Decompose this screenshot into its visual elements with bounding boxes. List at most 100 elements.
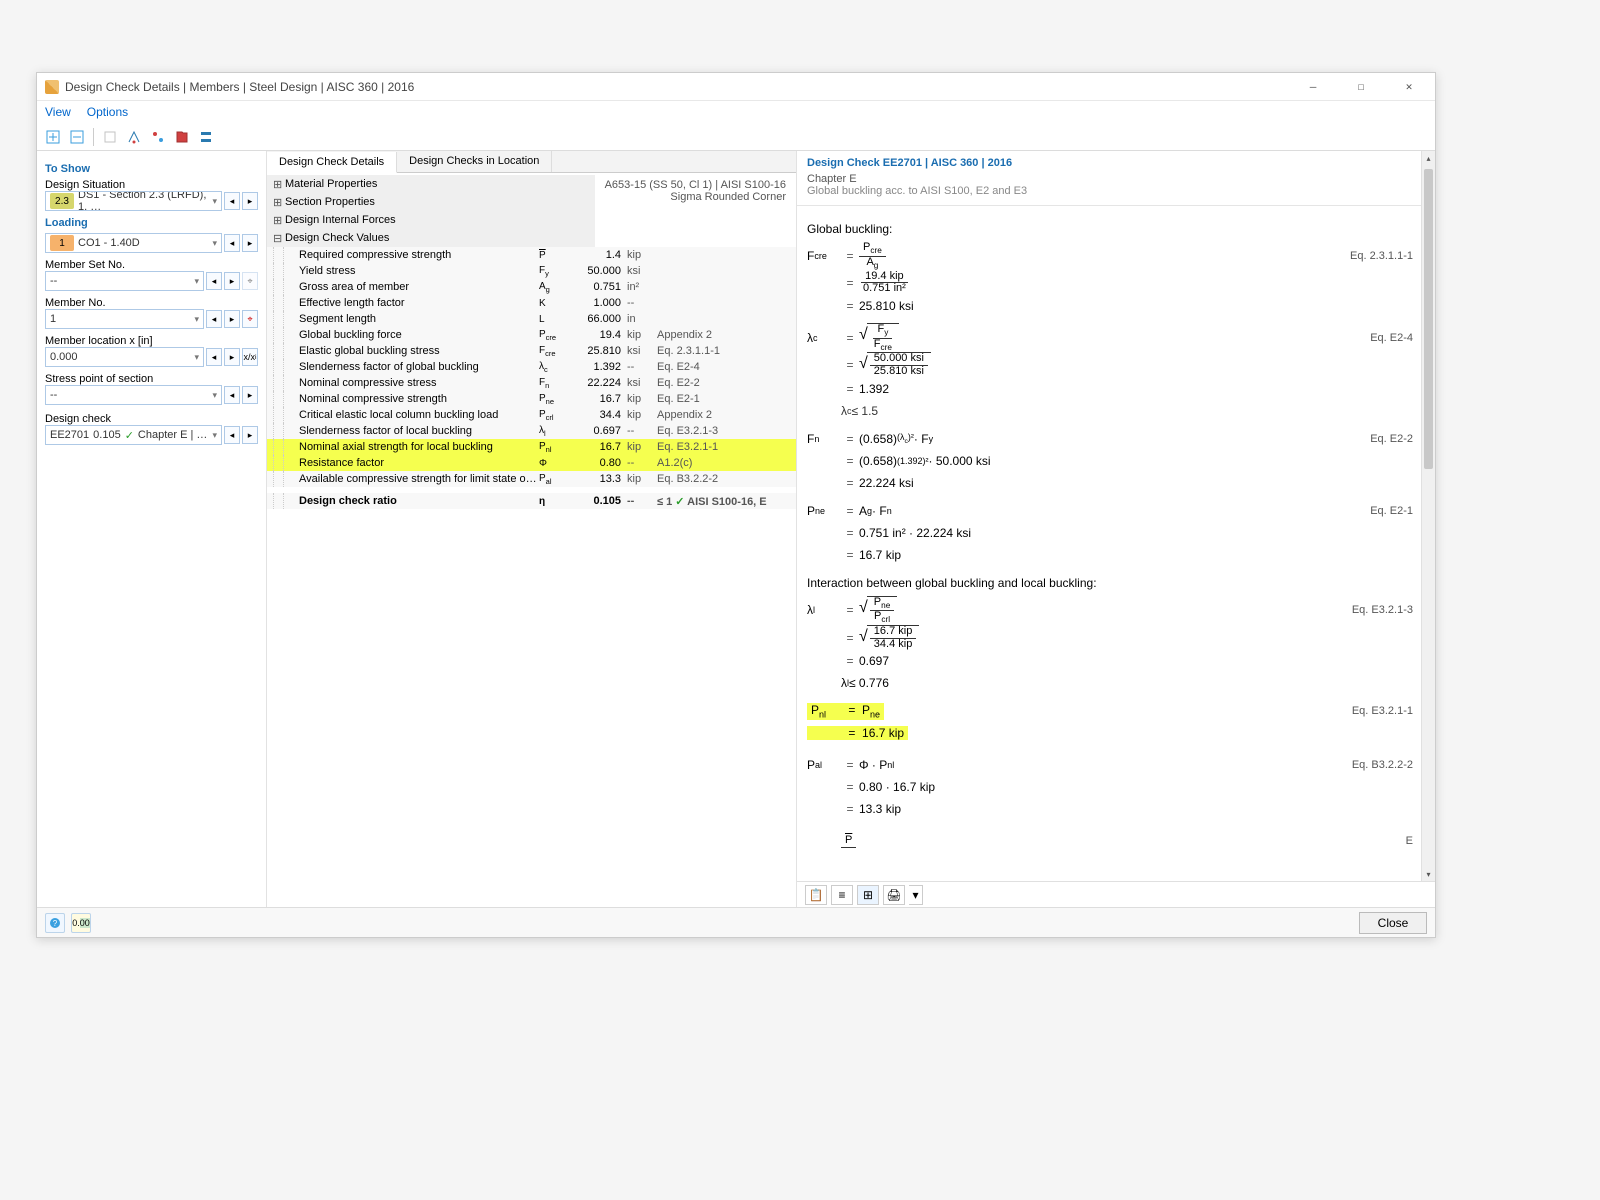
design-value-row[interactable]: Effective length factorK1.000-- — [267, 295, 796, 311]
design-value-row[interactable]: Available compressive strength for limit… — [267, 471, 796, 487]
combo-stress-point[interactable]: -- ▾ — [45, 385, 222, 405]
dv-label: Critical elastic local column buckling l… — [299, 409, 539, 421]
next-design-situation-button[interactable]: ▸ — [242, 192, 258, 210]
combo-member[interactable]: 1 ▾ — [45, 309, 204, 329]
material-info: A653-15 (SS 50, Cl 1) | AISI S100-16 Sig… — [595, 175, 796, 247]
combo-member-set[interactable]: -- ▾ — [45, 271, 204, 291]
design-value-row[interactable]: Segment lengthL66.000in — [267, 311, 796, 327]
heading-loading: Loading — [45, 217, 258, 229]
label-design-check: Design check — [45, 413, 258, 425]
calc-tool-print[interactable]: 🖨 — [883, 885, 905, 905]
calc-scroll[interactable]: Global buckling: Fcre = PcreAg Eq. 2.3.1… — [797, 206, 1435, 881]
design-value-row[interactable]: Gross area of memberAg0.751in² — [267, 279, 796, 295]
combo-loading[interactable]: 1 CO1 - 1.40D ▾ — [45, 233, 222, 253]
group-section[interactable]: Section Properties — [267, 193, 595, 211]
group-material[interactable]: Material Properties — [267, 175, 595, 193]
dv-value: 1.000 — [575, 297, 625, 309]
dv-symbol: P — [539, 250, 575, 261]
prev-design-check-button[interactable]: ◂ — [224, 426, 240, 444]
tool-icon-collapse[interactable] — [67, 127, 87, 147]
dv-reference: Eq. E2-4 — [657, 361, 767, 373]
calc-tool-list[interactable]: ≡ — [831, 885, 853, 905]
design-value-row[interactable]: Slenderness factor of global bucklingλc1… — [267, 359, 796, 375]
next-location-button[interactable]: ▸ — [224, 348, 240, 366]
design-value-row[interactable]: Required compressive strengthP1.4kip — [267, 247, 796, 263]
design-value-row[interactable]: Elastic global buckling stressFcre25.810… — [267, 343, 796, 359]
scroll-thumb[interactable] — [1424, 169, 1433, 469]
dv-symbol: Φ — [539, 458, 575, 469]
calc-tool-copy[interactable]: 📋 — [805, 885, 827, 905]
design-value-row[interactable]: Resistance factorΦ0.80--A1.2(c) — [267, 455, 796, 471]
dv-symbol: Pne — [539, 393, 575, 406]
dv-label: Nominal axial strength for local bucklin… — [299, 441, 539, 453]
tool-icon-stress-points[interactable] — [148, 127, 168, 147]
design-value-row[interactable]: Nominal compressive strengthPne16.7kipEq… — [267, 391, 796, 407]
design-value-row[interactable]: Nominal compressive stressFn22.224ksiEq.… — [267, 375, 796, 391]
close-button[interactable]: ✕ — [1391, 77, 1427, 97]
next-member-button[interactable]: ▸ — [224, 310, 240, 328]
next-loading-button[interactable]: ▸ — [242, 234, 258, 252]
dv-symbol: Pal — [539, 473, 575, 486]
close-dialog-button[interactable]: Close — [1359, 912, 1427, 934]
tool-icon-expand[interactable] — [43, 127, 63, 147]
dv-label: Required compressive strength — [299, 249, 539, 261]
select-member-button[interactable]: ⌖ — [242, 310, 258, 328]
tool-icon-header-footer[interactable] — [196, 127, 216, 147]
dv-label: Nominal compressive stress — [299, 377, 539, 389]
group-forces[interactable]: Design Internal Forces — [267, 211, 595, 229]
menu-view[interactable]: View — [45, 105, 71, 119]
tool-icon-section[interactable] — [100, 127, 120, 147]
footer-help-icon[interactable]: ? — [45, 913, 65, 933]
maximize-button[interactable]: ☐ — [1343, 77, 1379, 97]
prev-stress-point-button[interactable]: ◂ — [224, 386, 240, 404]
dv-value: 16.7 — [575, 441, 625, 453]
combo-member-set-text: -- — [50, 275, 57, 287]
dv-value: 25.810 — [575, 345, 625, 357]
chevron-down-icon: ▾ — [212, 390, 217, 401]
prev-loading-button[interactable]: ◂ — [224, 234, 240, 252]
design-value-row[interactable]: Critical elastic local column buckling l… — [267, 407, 796, 423]
next-stress-point-button[interactable]: ▸ — [242, 386, 258, 404]
calc-tool-print-dropdown[interactable]: ▾ — [909, 885, 923, 905]
next-member-set-button[interactable]: ▸ — [224, 272, 240, 290]
design-value-row[interactable]: Yield stressFy50.000ksi — [267, 263, 796, 279]
tab-location[interactable]: Design Checks in Location — [397, 151, 552, 172]
dv-reference: Eq. B3.2.2-2 — [657, 473, 767, 485]
design-values-group: Required compressive strengthP1.4kipYiel… — [267, 247, 796, 487]
scroll-down-icon[interactable]: ▾ — [1422, 867, 1435, 881]
content-area: To Show Design Situation 2.3 DS1 - Secti… — [37, 151, 1435, 907]
tool-icon-book[interactable] — [172, 127, 192, 147]
scroll-up-icon[interactable]: ▴ — [1422, 151, 1435, 165]
chevron-down-icon: ▾ — [212, 238, 217, 249]
sym-pal: Pal — [807, 758, 841, 772]
prev-location-button[interactable]: ◂ — [206, 348, 222, 366]
dv-symbol: λc — [539, 361, 575, 374]
dv-value: 19.4 — [575, 329, 625, 341]
minimize-button[interactable]: — — [1295, 77, 1331, 97]
dv-unit: ksi — [625, 377, 657, 389]
design-ratio[interactable]: Design check ratioη0.105--≤ 1 ✓ AISI S10… — [267, 493, 796, 509]
design-value-row[interactable]: Nominal axial strength for local bucklin… — [267, 439, 796, 455]
combo-member-location[interactable]: 0.000 ▾ — [45, 347, 204, 367]
combo-design-check[interactable]: EE2701 0.105 ✓ Chapter E | Gl… ▾ — [45, 425, 222, 445]
details-body: Material Properties Section Properties D… — [267, 173, 796, 907]
prev-member-set-button[interactable]: ◂ — [206, 272, 222, 290]
design-value-row[interactable]: Global buckling forcePcre19.4kipAppendix… — [267, 327, 796, 343]
combo-design-situation[interactable]: 2.3 DS1 - Section 2.3 (LRFD), 1. … ▾ — [45, 191, 222, 211]
prev-member-button[interactable]: ◂ — [206, 310, 222, 328]
calc-title-interaction: Interaction between global buckling and … — [807, 576, 1425, 590]
menu-options[interactable]: Options — [87, 105, 128, 119]
tab-details[interactable]: Design Check Details — [267, 152, 397, 173]
label-member-set-no: Member Set No. — [45, 259, 258, 271]
design-value-row[interactable]: Slenderness factor of local bucklingλl0.… — [267, 423, 796, 439]
calc-tool-grid[interactable]: ⊞ — [857, 885, 879, 905]
select-member-set-button[interactable]: ⌖ — [242, 272, 258, 290]
footer-units-icon[interactable]: 0.00 — [71, 913, 91, 933]
prev-design-situation-button[interactable]: ◂ — [224, 192, 240, 210]
group-values[interactable]: Design Check Values — [267, 229, 595, 247]
scrollbar[interactable]: ▴ ▾ — [1421, 151, 1435, 881]
location-xi-button[interactable]: x/xi — [242, 348, 258, 366]
tool-icon-stress[interactable] — [124, 127, 144, 147]
material-info-line2: Sigma Rounded Corner — [605, 191, 786, 203]
next-design-check-button[interactable]: ▸ — [242, 426, 258, 444]
